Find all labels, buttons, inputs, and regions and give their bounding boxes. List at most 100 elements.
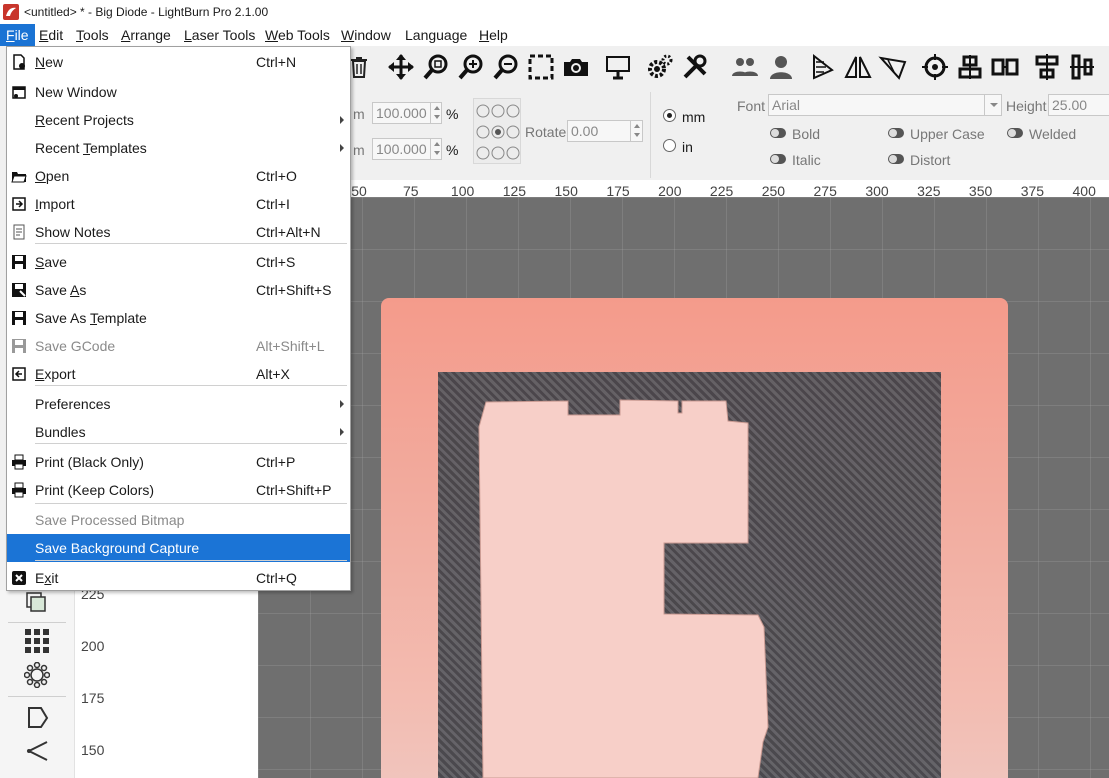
menu-web-tools[interactable]: Web Tools	[259, 24, 336, 46]
menu-language[interactable]: Language	[399, 24, 473, 46]
distort-label: Distort	[910, 152, 951, 168]
menu-item-print-keep-colors[interactable]: Print (Keep Colors) Ctrl+Shift+P	[7, 476, 350, 504]
path-icon[interactable]	[878, 52, 908, 82]
menu-separator	[35, 503, 347, 504]
menu-item-save-processed-bitmap[interactable]: Save Processed Bitmap	[7, 506, 350, 534]
grid-array-icon[interactable]	[24, 628, 50, 654]
menu-item-exit[interactable]: Exit Ctrl+Q	[7, 564, 350, 592]
menu-item-shortcut: Alt+X	[256, 366, 290, 382]
menu-item-export[interactable]: Export Alt+X	[7, 360, 350, 388]
label-text: emplate	[97, 310, 147, 326]
label-text: Save Background Capture	[35, 540, 200, 556]
new-window-icon	[11, 84, 27, 100]
mirror-h-icon[interactable]	[808, 52, 838, 82]
menu-label-part: ile	[14, 27, 29, 43]
mirror-v-icon[interactable]	[843, 52, 873, 82]
menu-item-recent-projects[interactable]: Recent Projects	[7, 106, 350, 134]
group-icon[interactable]	[990, 52, 1020, 82]
print-icon	[11, 454, 27, 470]
height-spinner[interactable]	[430, 138, 442, 160]
menu-item-label: New Window	[35, 84, 117, 100]
move-icon[interactable]	[386, 52, 416, 82]
menu-item-label: Save As Template	[35, 310, 147, 326]
menu-tools[interactable]: Tools	[70, 24, 115, 46]
menu-help[interactable]: Help	[473, 24, 514, 46]
menu-item-preferences[interactable]: Preferences	[7, 390, 350, 418]
import-icon	[11, 196, 27, 212]
menu-item-save[interactable]: Save Ctrl+S	[7, 248, 350, 276]
label-text: pen	[45, 168, 70, 184]
anchor-points-icon[interactable]	[474, 99, 522, 165]
mm-radio[interactable]	[663, 109, 676, 122]
zoom-in-icon[interactable]	[456, 52, 486, 82]
bold-label: Bold	[792, 126, 821, 142]
menu-mnemonic: A	[121, 27, 131, 43]
users-icon[interactable]	[730, 52, 760, 82]
width-percent-sign: %	[446, 106, 459, 122]
target-icon[interactable]	[920, 52, 950, 82]
welded-toggle[interactable]	[1007, 128, 1023, 138]
rotate-spinner[interactable]	[630, 120, 642, 142]
menu-item-new[interactable]: New Ctrl+N	[7, 48, 350, 76]
gear-icon[interactable]	[645, 52, 675, 82]
rotate-label: Rotate	[525, 124, 567, 140]
font-select[interactable]: Arial	[768, 94, 1002, 116]
font-height-value: 25.00	[1052, 97, 1088, 113]
menu-item-save-as[interactable]: Save As Ctrl+Shift+S	[7, 276, 350, 304]
ruler-tick-label: 175	[81, 690, 105, 706]
menu-item-open[interactable]: Open Ctrl+O	[7, 162, 350, 190]
width-percent-value: 100.000	[376, 105, 427, 121]
menu-laser-tools[interactable]: Laser Tools	[178, 24, 261, 46]
chevron-down-icon[interactable]	[984, 94, 1002, 116]
label-mnemonic: E	[35, 366, 45, 382]
menu-item-save-gcode[interactable]: Save GCode Alt+Shift+L	[7, 332, 350, 360]
label-mnemonic: R	[35, 112, 46, 128]
font-height-input[interactable]: 25.00	[1048, 94, 1109, 116]
upper-case-toggle[interactable]	[888, 128, 904, 138]
label-text: Save Processed Bitmap	[35, 512, 185, 528]
menu-file[interactable]: File	[0, 24, 35, 46]
submenu-arrow-icon	[340, 428, 344, 436]
menu-window[interactable]: Window	[335, 24, 397, 46]
workspace-canvas[interactable]	[258, 197, 1109, 778]
bold-toggle[interactable]	[770, 128, 786, 138]
user-icon[interactable]	[766, 52, 796, 82]
menu-item-new-window[interactable]: New Window	[7, 78, 350, 106]
zoom-out-icon[interactable]	[491, 52, 521, 82]
menu-item-print-black-only[interactable]: Print (Black Only) Ctrl+P	[7, 448, 350, 476]
menu-separator	[35, 243, 347, 244]
select-frame-icon[interactable]	[526, 52, 556, 82]
menu-item-import[interactable]: Import Ctrl+I	[7, 190, 350, 218]
menu-item-bundles[interactable]: Bundles	[7, 418, 350, 446]
camera-icon[interactable]	[561, 52, 591, 82]
submenu-arrow-icon	[340, 144, 344, 152]
menu-item-save-background-capture[interactable]: Save Background Capture	[7, 534, 350, 562]
menu-item-save-as-template[interactable]: Save As Template	[7, 304, 350, 332]
edit-nodes-icon[interactable]	[24, 704, 50, 730]
horizontal-ruler: 50 75 100 125 150 175 200 225 250 275 300 325 350 375…	[350, 180, 1109, 199]
menu-item-label: Print (Keep Colors)	[35, 482, 154, 498]
circular-array-icon[interactable]	[23, 661, 51, 689]
menu-arrange[interactable]: Arrange	[115, 24, 177, 46]
distort-toggle[interactable]	[888, 154, 904, 164]
trim-icon[interactable]	[24, 738, 50, 764]
zoom-fit-icon[interactable]	[421, 52, 451, 82]
italic-toggle[interactable]	[770, 154, 786, 164]
wrench-icon[interactable]	[680, 52, 710, 82]
distribute-v-icon[interactable]	[1067, 52, 1097, 82]
properties-bar: m 100.000 % m 100.000 % Rotate 0.00 mm i…	[350, 88, 1109, 180]
ruler-tick-label: 150	[81, 742, 105, 758]
align-icon[interactable]	[955, 52, 985, 82]
label-text: New Window	[35, 84, 117, 100]
offset-icon[interactable]	[24, 590, 50, 616]
distribute-h-icon[interactable]	[1032, 52, 1062, 82]
width-spinner[interactable]	[430, 102, 442, 124]
menu-edit[interactable]: Edit	[33, 24, 69, 46]
monitor-icon[interactable]	[603, 52, 633, 82]
menu-item-show-notes[interactable]: Show Notes Ctrl+Alt+N	[7, 218, 350, 246]
menu-mnemonic: E	[39, 27, 49, 43]
label-text: emplates	[90, 140, 147, 156]
menu-item-recent-templates[interactable]: Recent Templates	[7, 134, 350, 162]
in-radio[interactable]	[663, 139, 676, 152]
menu-item-label: New	[35, 54, 63, 70]
